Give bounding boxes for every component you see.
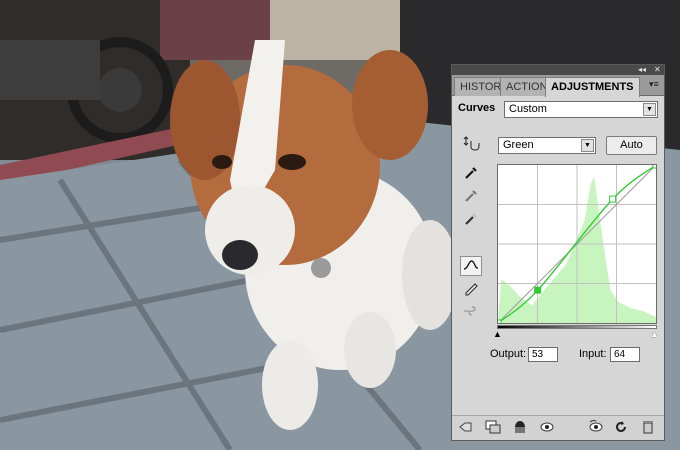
visibility-eye-icon[interactable] [539, 420, 555, 436]
gray-point-eyedropper-icon[interactable] [460, 188, 482, 208]
layer-mask-icon[interactable] [512, 420, 528, 436]
preset-select[interactable]: Custom ▼ [504, 101, 658, 118]
panel-menu-icon[interactable]: ▾≡ [649, 79, 661, 91]
black-point-slider-icon[interactable]: ▲ [493, 330, 502, 339]
view-previous-icon[interactable] [588, 420, 604, 436]
input-label: Input: [579, 348, 607, 360]
curve-control-point [609, 195, 617, 203]
panel-title-bar: ◂◂ ✕ [452, 65, 664, 75]
curve-control-point [534, 286, 542, 294]
close-panel-icon[interactable]: ✕ [654, 65, 661, 75]
curves-plot[interactable] [494, 161, 660, 327]
pencil-draw-icon[interactable] [460, 280, 482, 300]
reset-icon[interactable] [613, 420, 629, 436]
white-point-slider-icon[interactable]: ▲ [650, 330, 659, 339]
panel-bottom-bar [452, 415, 664, 440]
auto-button[interactable]: Auto [606, 136, 657, 155]
clip-to-layer-icon[interactable] [485, 420, 501, 436]
back-arrow-icon[interactable] [458, 420, 474, 436]
smooth-curve-icon[interactable] [460, 303, 482, 323]
curve-point-tool-icon[interactable] [460, 256, 482, 276]
curves-graph[interactable] [494, 161, 660, 327]
trash-icon[interactable] [640, 420, 656, 436]
output-label: Output: [490, 348, 527, 360]
input-field[interactable]: 64 [610, 347, 640, 362]
curves-label: Curves [458, 102, 496, 114]
adjustments-panel: ◂◂ ✕ HISTOR ACTION ADJUSTMENTS ▾≡ Curves… [451, 64, 665, 441]
chevron-down-icon: ▼ [643, 103, 656, 116]
white-point-eyedropper-icon[interactable] [460, 211, 482, 231]
preset-select-value: Custom [509, 103, 547, 115]
channel-select-value: Green [503, 139, 534, 151]
curve-control-point [652, 161, 660, 169]
collapse-panel-icon[interactable]: ◂◂ [638, 65, 646, 75]
tab-adjustments[interactable]: ADJUSTMENTS [545, 77, 640, 97]
adjust-on-image-icon[interactable] [460, 135, 482, 155]
input-gradient-bar [497, 325, 657, 329]
channel-select[interactable]: Green ▼ [498, 137, 596, 154]
output-field[interactable]: 53 [528, 347, 558, 362]
chevron-down-icon: ▼ [581, 139, 594, 152]
black-point-eyedropper-icon[interactable] [460, 165, 482, 185]
panel-tabs: HISTOR ACTION ADJUSTMENTS ▾≡ [452, 75, 664, 97]
curve-control-point [494, 319, 502, 327]
